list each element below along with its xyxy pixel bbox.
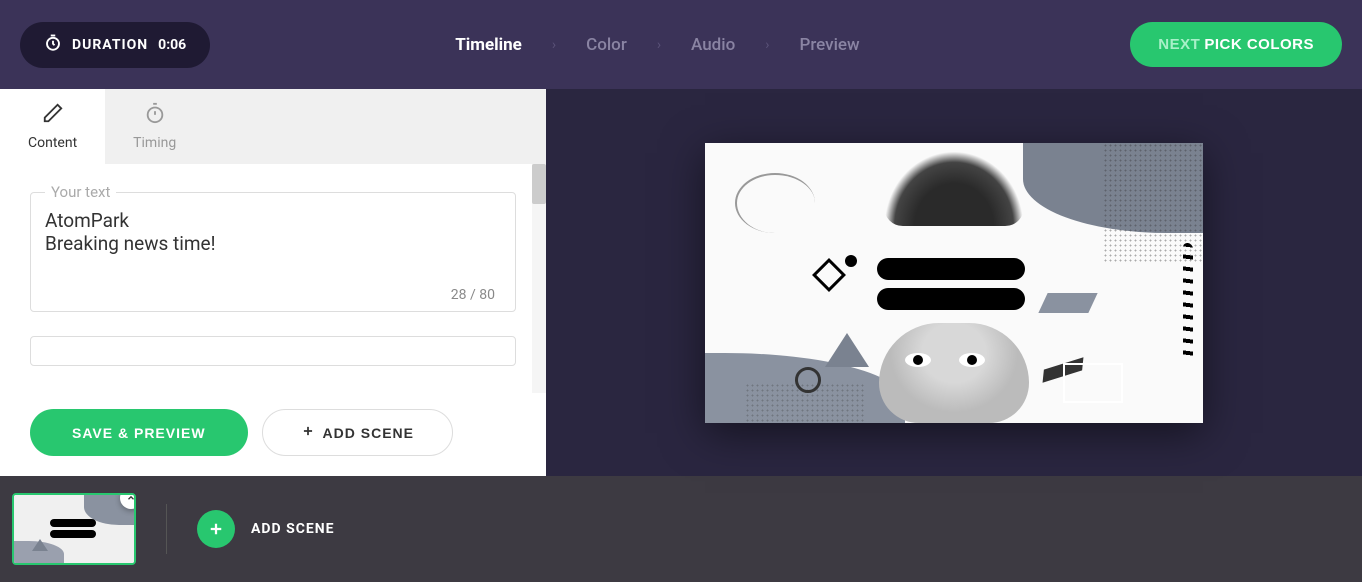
add-scene-bottom[interactable]: ADD SCENE <box>197 510 335 548</box>
tab-label: Content <box>28 135 77 151</box>
scrollbar[interactable] <box>532 164 546 393</box>
preview-canvas[interactable] <box>705 143 1203 423</box>
tabs-spacer <box>204 89 546 164</box>
main-area: Content Timing Your text 28 / 80 <box>0 89 1362 476</box>
thumbnail-artwork <box>14 495 134 563</box>
nav-step-timeline[interactable]: Timeline <box>425 35 552 55</box>
nav-step-preview[interactable]: Preview <box>769 35 889 55</box>
clock-icon <box>44 34 62 56</box>
content-area: Your text 28 / 80 <box>0 164 546 393</box>
left-panel: Content Timing Your text 28 / 80 <box>0 89 546 476</box>
nav-step-color[interactable]: Color <box>556 35 657 55</box>
duration-time: 0:06 <box>158 37 186 53</box>
divider <box>166 504 167 554</box>
stopwatch-icon <box>144 102 166 129</box>
next-field-preview[interactable] <box>30 336 516 366</box>
save-preview-button[interactable]: SAVE & PREVIEW <box>30 409 248 456</box>
add-scene-label: ADD SCENE <box>323 425 414 441</box>
next-action: PICK COLORS <box>1204 36 1314 53</box>
next-button[interactable]: NEXTPICK COLORS <box>1130 22 1342 67</box>
scrollbar-thumb[interactable] <box>532 164 546 204</box>
duration-pill[interactable]: DURATION 0:06 <box>20 22 210 68</box>
tab-timing[interactable]: Timing <box>105 89 204 164</box>
field-label: Your text <box>45 183 116 201</box>
add-scene-button[interactable]: ADD SCENE <box>262 409 453 456</box>
app-header: DURATION 0:06 Timeline › Color › Audio ›… <box>0 0 1362 89</box>
tab-content[interactable]: Content <box>0 89 105 164</box>
text-input[interactable] <box>45 209 501 279</box>
editor-tabs: Content Timing <box>0 89 546 164</box>
next-prefix: NEXT <box>1158 36 1200 53</box>
step-nav: Timeline › Color › Audio › Preview <box>425 35 889 55</box>
preview-artwork <box>705 143 1203 423</box>
pencil-icon <box>42 102 64 129</box>
plus-circle-icon <box>197 510 235 548</box>
plus-icon <box>301 424 315 441</box>
char-max: 80 <box>479 287 495 303</box>
action-bar: SAVE & PREVIEW ADD SCENE <box>0 393 546 476</box>
timeline-bar: ADD SCENE <box>0 476 1362 582</box>
tab-label: Timing <box>133 135 176 151</box>
nav-step-audio[interactable]: Audio <box>661 35 765 55</box>
char-count: 28 / 80 <box>45 287 501 303</box>
add-scene-label: ADD SCENE <box>251 521 335 537</box>
preview-panel <box>546 89 1362 476</box>
scene-thumbnail[interactable] <box>12 493 136 565</box>
text-field-wrapper: Your text 28 / 80 <box>30 192 516 312</box>
chevron-up-icon <box>126 493 136 503</box>
char-current: 28 <box>451 287 467 303</box>
duration-label: DURATION <box>72 37 148 53</box>
